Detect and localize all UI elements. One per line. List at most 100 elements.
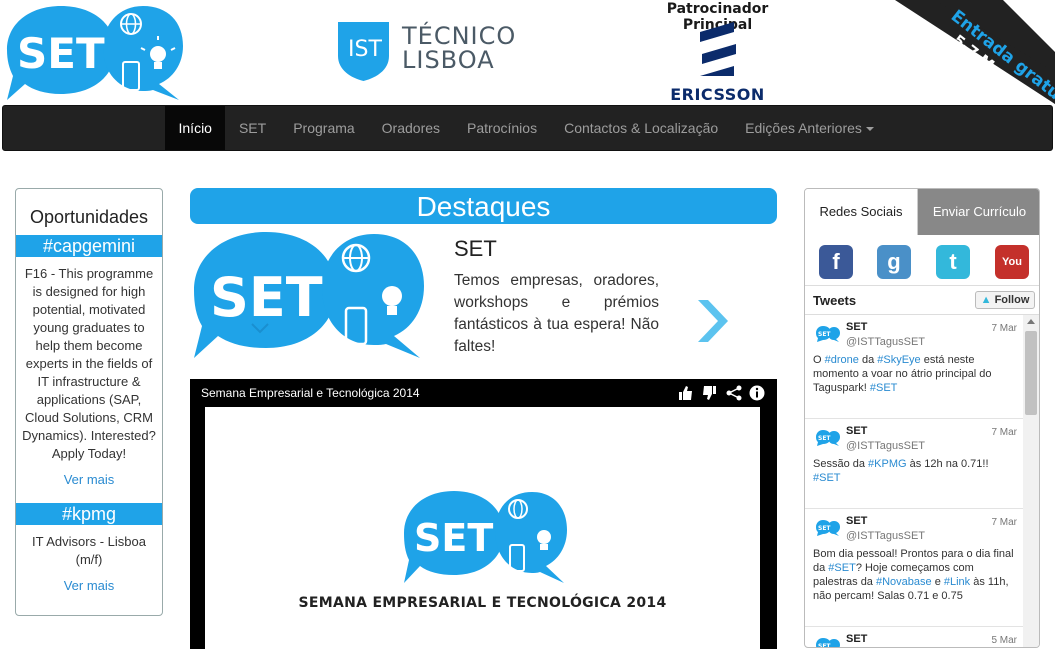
slide-set-logo: SET [194,232,424,358]
tweet-handle[interactable]: @ISTTagusSET [846,336,925,348]
opportunities-panel: Oportunidades #capgemini F16 - This prog… [15,188,163,616]
tweet-text: Sessão da #KPMG às 12h na 0.71!! #SET [813,457,1019,485]
ist-logo-text: TÉCNICO LISBOA [402,24,516,72]
tab-enviar-curriculo[interactable]: Enviar Currículo [918,189,1039,235]
tweet-name[interactable]: SET [846,425,867,437]
tab-redes-sociais[interactable]: Redes Sociais [805,189,918,235]
tweet[interactable]: SET SET @ISTTagusSET 7 Mar Sessão da #KPMG à… [805,419,1023,509]
opportunity-see-more-link[interactable]: Ver mais [16,472,162,487]
tweet-name[interactable]: SET [846,515,867,527]
like-icon[interactable] [677,384,695,402]
dislike-icon[interactable] [700,384,718,402]
set-avatar-icon: SET [816,520,840,536]
nav-item-programa[interactable]: Programa [280,106,368,150]
tweet-handle[interactable]: @ISTTagusSET [846,530,925,542]
tweet-text-part: e [931,576,944,588]
tweet-text: Bom dia pessoal! Prontos para o dia fina… [813,547,1019,603]
hashtag-link[interactable]: #Link [944,576,970,588]
nav-menu: Início SET Programa Oradores Patrocínios… [165,106,887,150]
tweet-date: 7 Mar [991,517,1017,528]
svg-text:SET: SET [818,643,831,648]
google-icon[interactable]: g [877,245,911,279]
svg-text:SET: SET [17,29,105,78]
video-title: Semana Empresarial e Tecnológica 2014 [201,386,420,400]
video-player[interactable]: Semana Empresarial e Tecnológica 2014 SE… [190,379,777,649]
ist-logo-line1: TÉCNICO [402,22,517,50]
ericsson-logo-icon [700,22,736,76]
slide-text: Temos empresas, oradores, workshops e pr… [454,272,659,355]
opportunity-description: F16 - This programme is designed for hig… [22,266,156,461]
opportunities-title: Oportunidades [29,207,149,227]
opportunity-tag: #capgemini [16,235,162,257]
ist-logo[interactable]: IST TÉCNICO LISBOA [336,20,515,82]
main-sponsor[interactable]: Patrocinador Principal ERICSSON [630,0,805,104]
tweet[interactable]: SET SET 5 Mar [805,627,1023,648]
hashtag-link[interactable]: #KPMG [868,458,907,470]
free-entry-ribbon: Entrada gratuita 5-7 Março [873,0,1055,104]
hashtag-link[interactable]: #SET [870,382,898,394]
scroll-thumb[interactable] [1025,331,1037,415]
ist-logo-line2: LISBOA [402,46,495,74]
nav-item-edicoes-label: Edições Anteriores [745,120,862,136]
tweet-scrollbar[interactable] [1023,315,1039,647]
slide-title: SET [454,236,497,261]
nav-item-inicio[interactable]: Início [165,106,226,150]
set-avatar-icon: SET [816,430,840,446]
opportunity-description: IT Advisors - Lisboa (m/f) [32,534,146,567]
tweet-text-part: O [813,354,825,366]
set-avatar-icon: SET [816,326,840,342]
tweet-date: 7 Mar [991,427,1017,438]
hashtag-link[interactable]: #drone [825,354,859,366]
nav-item-patrocinios[interactable]: Patrocínios [454,106,551,150]
tweet-text-part: Sessão da [813,458,869,470]
social-tabs: Redes Sociais Enviar Currículo [805,189,1039,235]
svg-text:SET: SET [414,516,493,560]
hashtag-link[interactable]: #SkyEye [877,354,920,366]
chevron-right-icon[interactable] [694,296,734,346]
svg-text:SET: SET [818,525,831,532]
tweet-name[interactable]: SET [846,633,867,645]
nav-item-contactos[interactable]: Contactos & Localização [551,106,732,150]
tweet-text: O #drone da #SkyEye está neste momento a… [813,353,1019,395]
hashtag-link[interactable]: #SET [828,562,856,574]
nav-item-set[interactable]: SET [225,106,279,150]
info-icon[interactable] [748,384,766,402]
video-set-logo: SET [404,491,567,583]
tweet-name[interactable]: SET [846,321,867,333]
svg-text:SET: SET [818,435,831,442]
site-header: SET IST TÉCNICO LISBOA Patrocinador Prin… [0,0,1055,104]
tweet[interactable]: SET SET @ISTTagusSET 7 Mar O #drone da #SkyE… [805,315,1023,419]
svg-text:IST: IST [348,37,382,62]
caret-down-icon [865,127,874,132]
tweets-title: Tweets [813,293,857,308]
sponsor-name: ERICSSON [670,85,765,104]
tweet-handle[interactable]: @ISTTagusSET [846,440,925,452]
twitter-icon[interactable]: t [936,245,970,279]
tweet-date: 7 Mar [991,323,1017,334]
follow-label: Follow [994,294,1030,306]
main-navbar: Início SET Programa Oradores Patrocínios… [2,105,1053,151]
video-caption: SEMANA EMPRESARIAL E TECNOLÓGICA 2014 [298,595,667,611]
scroll-up-icon[interactable] [1027,319,1035,324]
nav-item-oradores[interactable]: Oradores [368,106,453,150]
ist-shield-icon: IST [338,22,389,81]
tweet-text-part: às 12h na 0.71!! [906,458,989,470]
hashtag-link[interactable]: #Novabase [876,576,932,588]
follow-button[interactable]: ▲ Follow [975,291,1035,309]
hashtag-link[interactable]: #SET [813,472,841,484]
video-screen[interactable]: SET SEMANA EMPRESARIAL E TECNOLÓGICA 201… [205,407,760,649]
share-icon[interactable] [725,384,743,402]
set-logo[interactable]: SET [3,2,185,102]
opportunity-see-more-link[interactable]: Ver mais [16,578,162,593]
tweet-text-part: da [858,354,878,366]
tweet-date: 5 Mar [991,635,1017,646]
tweet[interactable]: SET SET @ISTTagusSET 7 Mar Bom dia pessoal! … [805,509,1023,627]
facebook-icon[interactable]: f [819,245,853,279]
social-panel: Redes Sociais Enviar Currículo f g t You… [804,188,1040,648]
nav-item-edicoes-anteriores[interactable]: Edições Anteriores [732,106,888,150]
youtube-icon[interactable]: You [995,245,1029,279]
tweets-header: Tweets ▲ Follow [805,285,1039,315]
svg-text:SET: SET [818,331,831,338]
svg-text:SET: SET [210,266,323,329]
opportunity-tag: #kpmg [16,503,162,525]
